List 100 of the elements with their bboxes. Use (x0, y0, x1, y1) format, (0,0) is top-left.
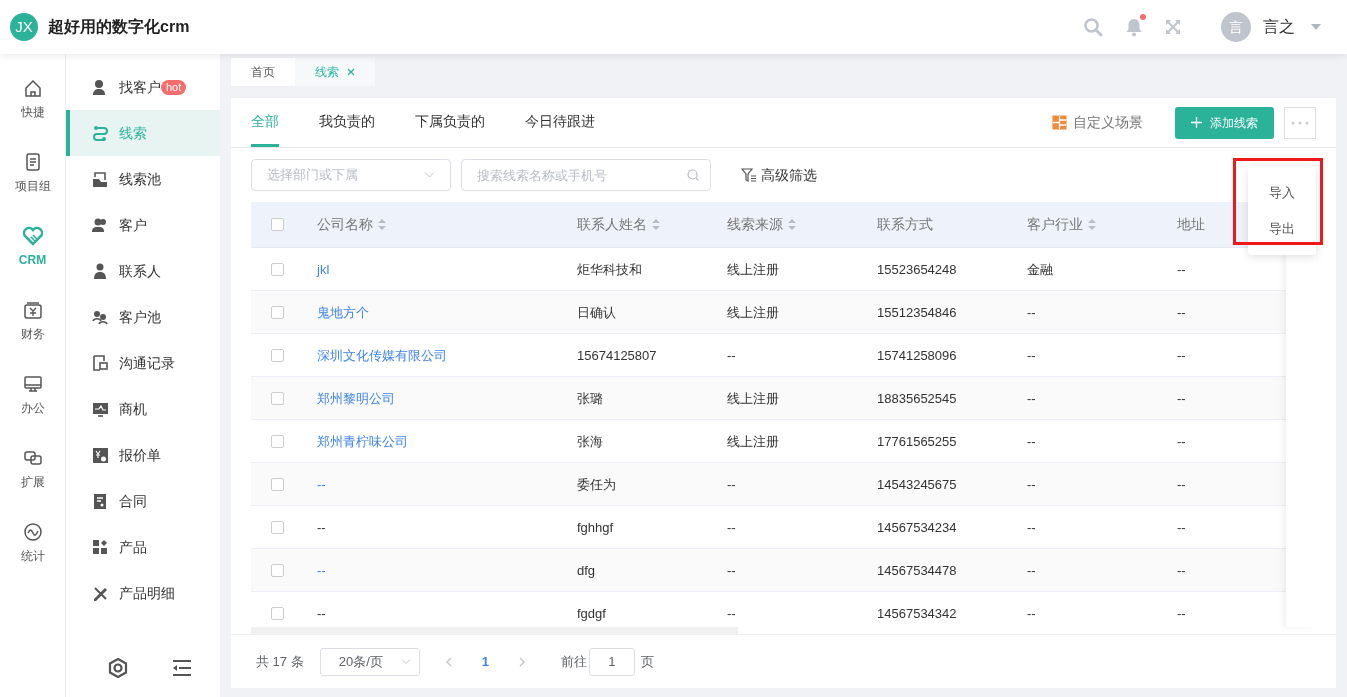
person-icon (92, 262, 109, 280)
table-cell: -- (1027, 434, 1036, 449)
company-link[interactable]: -- (317, 477, 326, 492)
table-cell: 委任为 (577, 477, 616, 492)
select-all-checkbox[interactable] (271, 218, 284, 231)
scene-tab[interactable]: 下属负责的 (415, 98, 485, 147)
menu-item[interactable]: 导入 (1248, 175, 1316, 211)
row-checkbox[interactable] (271, 563, 284, 577)
rail-item[interactable]: 扩展 (0, 448, 65, 522)
table-cell: 炬华科技和 (577, 262, 642, 277)
table-cell: -- (727, 520, 736, 535)
heart-icon (22, 226, 43, 246)
page-size-select[interactable]: 20条/页 (319, 647, 420, 676)
page-number[interactable]: 1 (481, 651, 489, 672)
row-checkbox[interactable] (271, 434, 284, 448)
table-cell: -- (727, 477, 736, 492)
sidebar-item[interactable]: 合同 (66, 478, 220, 524)
row-checkbox[interactable] (271, 305, 284, 319)
sidebar-item[interactable]: 客户池 (66, 294, 220, 340)
sidebar-item[interactable]: 找客户 hot (66, 64, 220, 110)
row-checkbox[interactable] (271, 391, 284, 405)
fullscreen-icon (1165, 19, 1181, 35)
layout-icon (1052, 115, 1067, 130)
table-cell: 17761565255 (877, 434, 957, 449)
user-name[interactable]: 言之 (1263, 15, 1295, 39)
rail-item[interactable]: 项目组 (0, 152, 65, 226)
sidebar-item[interactable]: 沟通记录 (66, 340, 220, 386)
sidebar-item[interactable]: 客户 (66, 202, 220, 248)
more-icon (1291, 120, 1309, 125)
hot-badge: hot (161, 79, 187, 95)
table-cell: -- (727, 606, 736, 621)
table-cell: -- (1027, 606, 1036, 621)
collapse-icon (172, 660, 192, 676)
table-cell: -- (1177, 348, 1186, 363)
row-checkbox[interactable] (271, 262, 284, 276)
chevron-left-icon (445, 656, 452, 667)
table-cell: -- (1177, 606, 1186, 621)
filter-icon (741, 168, 757, 182)
table-cell: 日确认 (577, 305, 616, 320)
file-icon (92, 492, 109, 510)
chart-icon (22, 522, 43, 542)
rail-item[interactable]: 办公 (0, 374, 65, 448)
column-header: 客户行业 (1027, 215, 1083, 234)
table-cell: 15512354846 (877, 305, 957, 320)
sidebar-item[interactable]: 商机 (66, 386, 220, 432)
table-cell: -- (1177, 477, 1186, 492)
company-link[interactable]: 深圳文化传媒有限公司 (317, 348, 447, 363)
table-cell: 张海 (577, 434, 603, 449)
table-cell: -- (317, 606, 326, 621)
row-checkbox[interactable] (271, 477, 284, 491)
search-icon (1083, 17, 1103, 37)
scene-tab[interactable]: 今日待跟进 (525, 98, 595, 147)
table-cell: 线上注册 (727, 305, 779, 320)
menu-item[interactable]: 导出 (1248, 211, 1316, 247)
grid-icon (92, 538, 109, 556)
rail-item[interactable]: 财务 (0, 300, 65, 374)
company-link[interactable]: 郑州黎明公司 (317, 391, 395, 406)
sidebar-item[interactable]: 线索池 (66, 156, 220, 202)
rail-item[interactable]: 快捷 (0, 78, 65, 152)
chevron-down-icon (424, 172, 435, 178)
table-cell: -- (727, 563, 736, 578)
company-link[interactable]: 鬼地方个 (317, 305, 369, 320)
scene-tab[interactable]: 我负责的 (319, 98, 375, 147)
company-link[interactable]: -- (317, 563, 326, 578)
table-cell: dfg (577, 563, 596, 578)
table-cell: 15523654248 (877, 262, 957, 277)
page-suffix: 页 (640, 652, 654, 671)
table-cell: 18835652545 (877, 391, 957, 406)
table-cell: -- (1027, 391, 1036, 406)
table-cell: -- (727, 348, 736, 363)
more-button[interactable] (1284, 106, 1316, 139)
table-cell: 15741258096 (877, 348, 957, 363)
settings-icon (108, 658, 128, 678)
search-icon (687, 169, 699, 181)
search-field[interactable]: 搜索线索名称或手机号 (461, 159, 711, 191)
goto-field[interactable]: 1 (588, 647, 635, 676)
plus-icon (1191, 117, 1202, 128)
custom-scene-link[interactable]: 自定义场景 (1073, 112, 1143, 133)
tray-icon (92, 170, 109, 188)
sidebar-item[interactable]: 联系人 (66, 248, 220, 294)
table-cell: -- (1027, 305, 1036, 320)
row-checkbox[interactable] (271, 348, 284, 362)
row-checkbox[interactable] (271, 520, 284, 534)
table-cell: -- (1027, 563, 1036, 578)
page-tab[interactable]: 首页 (231, 58, 295, 86)
caret-icon (1311, 24, 1321, 30)
table-cell: -- (317, 520, 326, 535)
table-cell: 金融 (1027, 262, 1053, 277)
company-link[interactable]: jkl (317, 262, 330, 277)
company-link[interactable]: 郑州青柠味公司 (317, 434, 408, 449)
total-count: 共 17 条 (256, 652, 304, 671)
advanced-filter-button[interactable]: 高级筛选 (741, 164, 817, 186)
rail-item[interactable]: 统计 (0, 522, 65, 596)
sidebar-item[interactable]: 产品 (66, 524, 220, 570)
bell-icon[interactable] (1125, 17, 1143, 37)
sidebar-item[interactable]: 产品明细 (66, 570, 220, 616)
row-checkbox[interactable] (271, 606, 284, 620)
sidebar-item[interactable]: 报价单 (66, 432, 220, 478)
table-cell: 14567534234 (877, 520, 957, 535)
table-cell: -- (1177, 520, 1186, 535)
